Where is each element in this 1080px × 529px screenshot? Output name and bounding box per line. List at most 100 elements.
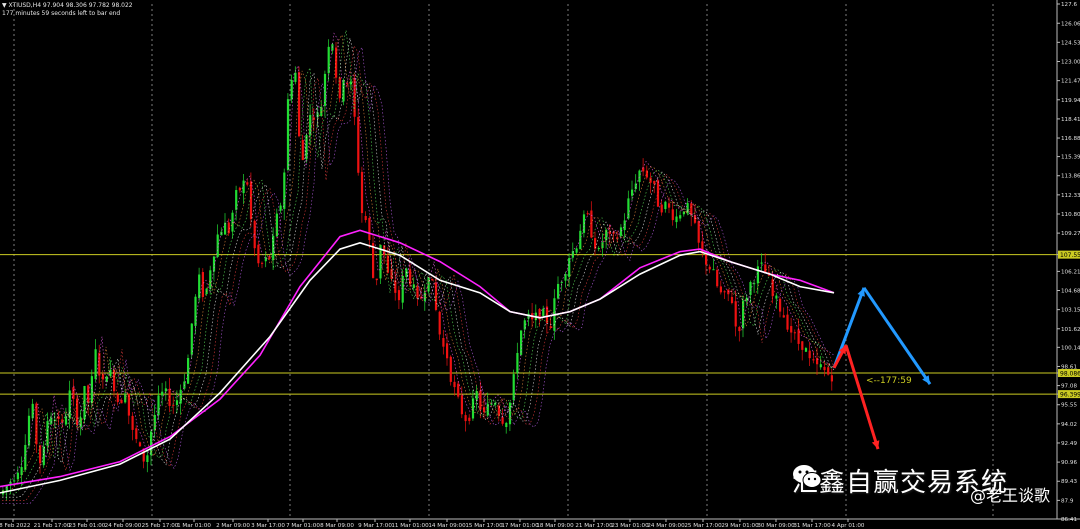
candle-bull	[16, 472, 19, 480]
candle-bull	[327, 46, 330, 74]
candle-bear	[649, 177, 652, 183]
bar-countdown-label: <--177:59	[866, 376, 912, 386]
price-tag-label: 96.399	[1060, 392, 1080, 399]
candle-bear	[249, 181, 253, 220]
candle-bear	[446, 343, 449, 359]
x-tick-label: 21 Mar 17:00	[575, 523, 613, 529]
y-tick-label: 100.14	[1061, 345, 1080, 351]
candle-bear	[246, 182, 249, 185]
x-tick-label: 8 Mar 09:00	[320, 523, 354, 529]
candle-bear	[438, 311, 441, 335]
x-tick-label: 21 Feb 17:00	[34, 523, 71, 529]
x-tick-label: 17 Mar 01:00	[501, 523, 539, 529]
candle-bear	[135, 428, 138, 440]
y-tick-label: 92.49	[1061, 441, 1077, 447]
x-tick-label: 1 Mar 01:00	[177, 523, 211, 529]
candle-bull	[760, 262, 763, 264]
candle-bear	[372, 243, 375, 278]
candle-bull	[627, 198, 630, 219]
candle-bear	[716, 269, 719, 287]
x-tick-label: 25 Mar 17:00	[684, 523, 722, 529]
ribbon-ma-line	[2, 46, 835, 504]
symbol-info: ▼ XTIUSD,H4 97.904 98.306 97.782 98.022	[2, 2, 133, 9]
candle-bull	[83, 385, 86, 420]
candle-bear	[138, 442, 142, 447]
candle-bull	[575, 248, 578, 253]
x-tick-label: 30 Mar 09:00	[757, 523, 795, 529]
projection-arrow-segment	[862, 286, 932, 385]
candle-bear	[668, 203, 671, 208]
candle-bear	[830, 375, 833, 382]
y-tick-label: 123.000	[1061, 60, 1080, 66]
candle-bear	[671, 209, 674, 221]
x-tick-label: 3 Mar 17:00	[251, 523, 285, 529]
candle-bull	[286, 99, 290, 171]
x-tick-label: 25 Feb 17:00	[142, 523, 179, 529]
candle-bull	[294, 72, 297, 82]
candle-bull	[187, 358, 190, 384]
candle-bear	[708, 266, 711, 270]
candle-bear	[364, 215, 367, 221]
candle-bear	[397, 290, 401, 301]
candle-bear	[738, 327, 741, 332]
y-tick-label: 119.94	[1061, 98, 1080, 104]
x-tick-label: 24 Mar 09:00	[647, 523, 685, 529]
y-tick-label: 87.9	[1061, 498, 1074, 504]
ribbon-ma-line	[2, 45, 835, 501]
y-tick-label: 86.41	[1061, 517, 1077, 523]
candle-bull	[475, 391, 478, 400]
ribbon-ma-line	[2, 32, 835, 489]
watermark: 汇鑫自赢交易系统 @老王谈歌	[792, 462, 1050, 505]
candle-bull	[675, 216, 678, 223]
candle-bull	[542, 308, 545, 316]
x-tick-label: 2 Mar 09:00	[216, 523, 250, 529]
candle-bear	[464, 415, 467, 422]
candle-bear	[360, 171, 364, 214]
candle-bull	[242, 180, 245, 194]
y-tick-label: 127.6	[1061, 2, 1077, 8]
price-tag-label: 107.554	[1060, 252, 1080, 259]
candle-bull	[5, 486, 8, 491]
y-tick-label: 90.96	[1061, 460, 1077, 466]
y-tick-label: 112.335	[1061, 193, 1080, 199]
price-chart[interactable]: 127.6 126.06 124.535 123.000 121.47 119.94 118…	[0, 0, 1080, 529]
candle-bear	[793, 332, 796, 334]
y-tick-label: 126.06	[1061, 21, 1080, 27]
candle-bull	[305, 135, 308, 160]
y-tick-label: 110.805	[1061, 212, 1080, 218]
y-tick-label: 104.685	[1061, 289, 1080, 295]
candle-bear	[690, 203, 693, 216]
candle-bear	[468, 417, 471, 421]
candle-bear	[346, 82, 349, 84]
ma-fast-line	[0, 241, 835, 494]
candle-bull	[679, 215, 682, 219]
candle-bear	[660, 204, 663, 213]
candle-bull	[235, 190, 238, 210]
price-tag-label: 98.086	[1060, 371, 1080, 378]
candle-bear	[257, 244, 260, 264]
candle-bull	[13, 480, 16, 482]
candle-bear	[357, 117, 360, 173]
candle-bear	[460, 395, 463, 415]
candle-bear	[697, 221, 700, 243]
candle-bear	[261, 262, 264, 264]
candle-bull	[631, 189, 634, 196]
candle-bear	[335, 47, 338, 78]
candle-bull	[279, 205, 282, 211]
candle-bear	[268, 256, 271, 259]
candle-bull	[342, 79, 345, 102]
candle-bull	[753, 283, 756, 285]
candle-bull	[146, 455, 149, 463]
candle-bear	[801, 341, 804, 350]
x-tick-label: 23 Feb 01:00	[69, 523, 106, 529]
candle-bull	[756, 266, 759, 284]
candle-bull	[290, 80, 293, 100]
x-tick-label: 4 Apr 01:00	[832, 523, 865, 529]
candle-bull	[423, 292, 426, 302]
candle-bear	[201, 272, 204, 298]
candle-bear	[501, 417, 504, 424]
candle-bull	[619, 227, 623, 236]
candle-bear	[779, 298, 782, 312]
candle-bull	[194, 296, 197, 326]
candle-bear	[131, 415, 134, 430]
